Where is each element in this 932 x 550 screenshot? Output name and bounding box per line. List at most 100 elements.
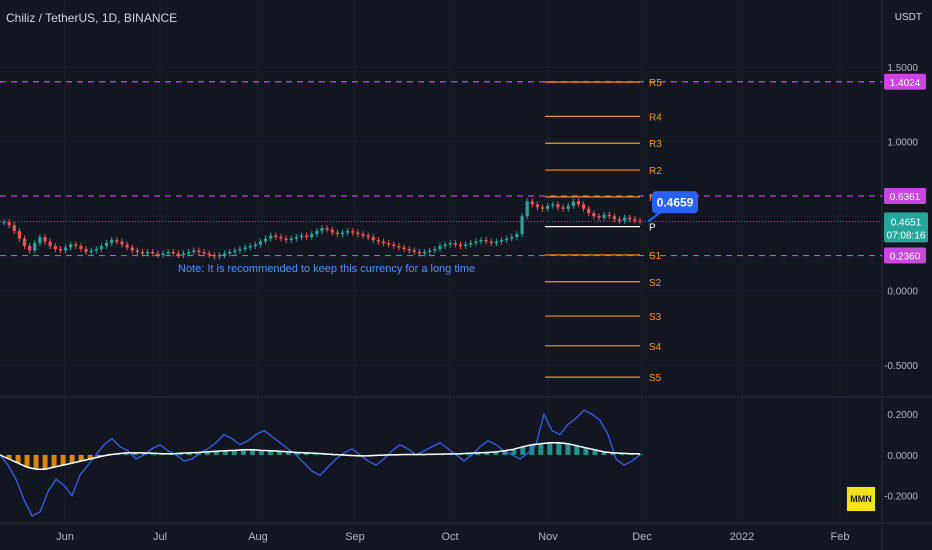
histogram-bar bbox=[556, 442, 562, 455]
candle bbox=[69, 244, 73, 248]
candle bbox=[2, 222, 6, 224]
candle bbox=[151, 251, 155, 254]
candle bbox=[571, 201, 575, 206]
candle bbox=[361, 234, 365, 236]
candle bbox=[43, 237, 47, 242]
candle bbox=[602, 214, 606, 218]
candle bbox=[53, 246, 57, 249]
time-tick-label: Nov bbox=[538, 531, 558, 543]
histogram-bar bbox=[574, 445, 580, 455]
candle bbox=[356, 232, 360, 235]
time-tick-label: Oct bbox=[441, 531, 458, 543]
candle bbox=[479, 240, 483, 242]
pivot-label: R3 bbox=[649, 139, 662, 150]
candle bbox=[499, 240, 504, 242]
candle bbox=[140, 251, 145, 254]
oscillator-tick-label: 0.2000 bbox=[887, 410, 918, 421]
candle bbox=[335, 232, 339, 235]
pivot-label: R5 bbox=[649, 78, 662, 89]
candle bbox=[63, 247, 68, 251]
candle bbox=[48, 241, 52, 247]
candle bbox=[305, 235, 309, 238]
candle bbox=[176, 253, 180, 255]
candle bbox=[110, 240, 114, 244]
candle bbox=[115, 240, 119, 242]
candle bbox=[171, 251, 175, 254]
candle bbox=[238, 249, 242, 251]
candle bbox=[7, 222, 11, 226]
candle bbox=[166, 251, 170, 254]
price-tick-label: 1.5000 bbox=[887, 63, 918, 74]
candle bbox=[520, 216, 524, 235]
time-tick-label: Jul bbox=[153, 531, 167, 543]
histogram-bar bbox=[565, 443, 571, 455]
candle bbox=[197, 250, 201, 252]
candle bbox=[551, 204, 555, 206]
candle bbox=[587, 208, 591, 214]
candle bbox=[253, 244, 257, 247]
pivot-label: S5 bbox=[649, 373, 662, 384]
candle bbox=[623, 217, 627, 221]
chart-title: Chiliz / TetherUS, 1D, BINANCE bbox=[6, 11, 178, 25]
candle bbox=[525, 201, 529, 217]
candle bbox=[258, 241, 263, 245]
candle bbox=[130, 247, 134, 251]
candle bbox=[289, 238, 293, 241]
candle bbox=[33, 243, 37, 251]
pivot-label: S3 bbox=[649, 312, 662, 323]
candle bbox=[94, 249, 98, 251]
candle bbox=[535, 204, 540, 208]
histogram-bar bbox=[33, 454, 39, 470]
chart-svg[interactable]: R5R4R3R2R1PS1S2S3S4S5 1.50001.00000.5000… bbox=[0, 0, 932, 550]
price-callout[interactable]: 0.4659 bbox=[647, 191, 698, 223]
candle bbox=[269, 235, 273, 239]
candle bbox=[392, 244, 396, 247]
candle bbox=[120, 241, 124, 245]
candle bbox=[576, 201, 581, 205]
candle bbox=[540, 207, 545, 209]
pivot-levels: R5R4R3R2R1PS1S2S3S4S5 bbox=[545, 78, 662, 384]
candle bbox=[17, 231, 21, 239]
candle bbox=[510, 237, 514, 239]
candle bbox=[561, 207, 565, 209]
price-tick-label: 1.0000 bbox=[887, 138, 918, 149]
last-price-label: 0.4651 bbox=[891, 217, 922, 228]
candle bbox=[376, 240, 381, 242]
candle bbox=[489, 241, 493, 244]
candle bbox=[448, 243, 452, 245]
candle bbox=[38, 237, 42, 244]
candle bbox=[494, 241, 498, 244]
candle bbox=[381, 241, 386, 244]
candle bbox=[371, 237, 375, 241]
time-tick-label: Feb bbox=[831, 531, 850, 543]
candle bbox=[351, 231, 355, 233]
candle bbox=[263, 238, 268, 242]
candle bbox=[417, 251, 422, 254]
candle bbox=[428, 250, 432, 252]
candle bbox=[207, 253, 211, 255]
price-axis: 1.50001.00000.50000.0000-0.50000.20000.0… bbox=[884, 63, 928, 503]
candle bbox=[74, 244, 78, 247]
candle bbox=[146, 251, 150, 254]
candle bbox=[633, 219, 637, 221]
histogram-bar bbox=[547, 442, 553, 455]
candle bbox=[315, 231, 319, 235]
candle bbox=[222, 253, 227, 255]
candle bbox=[366, 235, 370, 238]
histogram-bar bbox=[42, 454, 48, 470]
horizontal-levels bbox=[0, 81, 882, 257]
candle bbox=[505, 238, 509, 241]
oscillator-tick-label: 0.0000 bbox=[887, 451, 918, 462]
candle bbox=[484, 240, 488, 242]
histogram-bar bbox=[51, 454, 57, 468]
candle bbox=[299, 235, 304, 238]
time-tick-label: Dec bbox=[632, 531, 652, 543]
candle bbox=[28, 246, 32, 251]
candle bbox=[453, 243, 457, 245]
candle bbox=[320, 228, 324, 232]
oscillator-line bbox=[0, 409, 641, 517]
indicator-badge[interactable]: MMN bbox=[846, 486, 876, 512]
candle bbox=[530, 201, 534, 205]
histogram-bar bbox=[69, 454, 75, 464]
candle bbox=[330, 229, 334, 233]
